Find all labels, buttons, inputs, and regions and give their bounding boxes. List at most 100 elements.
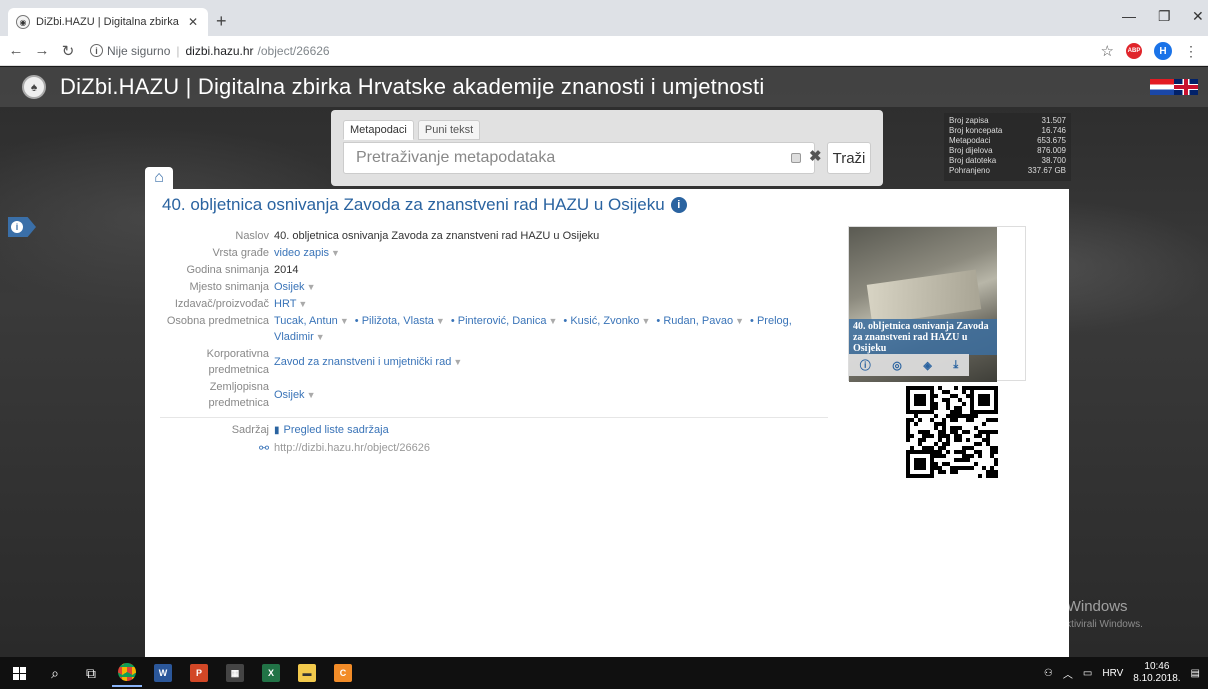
permalink-url[interactable]: http://dizbi.hazu.hr/object/26626 (274, 440, 430, 457)
home-icon[interactable]: ⌂ (145, 167, 173, 189)
filter-icon[interactable]: ▼ (641, 316, 650, 326)
person-link[interactable]: Tucak, Antun (274, 315, 338, 327)
menu-dots-icon[interactable]: ⋮ (1184, 43, 1198, 60)
uk-flag-icon[interactable] (1174, 79, 1198, 95)
adblock-icon[interactable]: ABP (1126, 43, 1142, 59)
tray-expand-icon[interactable]: ︿ (1063, 666, 1073, 681)
object-title: 40. obljetnica osnivanja Zavoda za znans… (162, 195, 687, 215)
windows-taskbar: ⌕ ⧉ W P ▦ X ▬ C ⚇ ︿ ▭ HRV 10:46 8.10.2018… (0, 657, 1208, 689)
profile-avatar[interactable]: H (1154, 42, 1172, 60)
address-bar[interactable]: i Nije sigurno | dizbi.hazu.hr/object/26… (90, 44, 330, 58)
metadata-table: Naslov 40. obljetnica osnivanja Zavoda za… (160, 228, 830, 458)
battery-icon[interactable]: ▭ (1083, 668, 1092, 679)
minimize-icon[interactable]: — (1122, 8, 1136, 24)
back-icon[interactable]: ← (6, 42, 26, 59)
filter-icon[interactable]: ▼ (316, 332, 325, 342)
search-panel: Metapodaci Puni tekst ✖ Traži (331, 110, 883, 186)
download-icon[interactable]: ⤓ (953, 359, 958, 372)
filter-icon[interactable]: ▼ (307, 282, 316, 292)
bookmark-star-icon[interactable]: ☆ (1101, 42, 1114, 60)
file-explorer-icon[interactable]: ▬ (292, 659, 322, 687)
object-thumbnail[interactable]: 40. obljetnica osnivanja Zavoda za znans… (848, 226, 1026, 382)
filter-icon[interactable]: ▼ (331, 248, 340, 258)
stat-label: Broj koncepata (949, 126, 1003, 135)
content-list-link[interactable]: Pregled liste sadržaja (284, 424, 389, 436)
tab-fulltext[interactable]: Puni tekst (417, 120, 481, 140)
clock[interactable]: 10:46 8.10.2018. (1133, 661, 1180, 685)
task-view-icon[interactable]: ⧉ (76, 659, 106, 687)
izdavac-link[interactable]: HRT (274, 298, 296, 310)
language-indicator[interactable]: HRV (1102, 668, 1123, 679)
title-info-icon[interactable]: i (670, 197, 687, 213)
close-tab-icon[interactable]: ✕ (186, 15, 200, 29)
stat-label: Pohranjeno (949, 166, 990, 175)
stat-value: 31.507 (1041, 116, 1066, 125)
field-label: predmetnica (208, 397, 269, 409)
filter-icon[interactable]: ▼ (340, 316, 349, 326)
layers-icon[interactable]: ◈ (923, 359, 931, 372)
calculator-icon[interactable]: ▦ (220, 659, 250, 687)
person-link[interactable]: Piližota, Vlasta (362, 315, 434, 327)
reload-icon[interactable]: ↻ (58, 42, 78, 60)
chrome-taskbar-icon[interactable] (112, 659, 142, 687)
thumbnail-caption: 40. obljetnica osnivanja Zavoda za znans… (849, 319, 997, 355)
view-icon[interactable]: ◎ (892, 359, 902, 372)
info-icon[interactable]: i (90, 44, 103, 57)
croatian-flag-icon[interactable] (1150, 79, 1174, 95)
side-info-tab[interactable]: i (8, 217, 36, 237)
browser-tab[interactable]: ◉ DiZbi.HAZU | Digitalna zbirka Hrv ✕ (8, 8, 208, 36)
qr-code (906, 386, 998, 478)
windows-start-icon[interactable] (4, 659, 34, 687)
stat-value: 653.675 (1037, 136, 1066, 145)
filter-icon[interactable]: ▼ (307, 390, 316, 400)
permalink-icon[interactable]: ⚯ (259, 441, 269, 455)
zemljopisna-link[interactable]: Osijek (274, 389, 305, 401)
field-label: Sadržaj (231, 424, 269, 436)
field-label: Osobna predmetnica (166, 315, 269, 327)
excel-icon[interactable]: X (256, 659, 286, 687)
filter-icon[interactable]: ▼ (436, 316, 445, 326)
field-label: Korporativna (206, 348, 269, 360)
search-input[interactable] (343, 142, 815, 174)
keyboard-icon[interactable] (791, 153, 801, 163)
mjesto-link[interactable]: Osijek (274, 281, 305, 293)
person-link[interactable]: Kusić, Zvonko (570, 315, 639, 327)
stat-label: Broj datoteka (949, 156, 997, 165)
people-icon[interactable]: ⚇ (1044, 668, 1053, 679)
activation-watermark-title: Aktivirajte sustav Windows (950, 598, 1128, 615)
filter-icon[interactable]: ▼ (548, 316, 557, 326)
filter-icon[interactable]: ▼ (298, 299, 307, 309)
clock-date: 8.10.2018. (1133, 673, 1181, 684)
field-label: Vrsta građe (212, 247, 269, 259)
filter-icon[interactable]: ▼ (735, 316, 744, 326)
forward-icon[interactable]: → (32, 42, 52, 59)
vrsta-link[interactable]: video zapis (274, 247, 329, 259)
clear-search-icon[interactable]: ✖ (809, 147, 822, 165)
field-label: Naslov (235, 230, 269, 242)
site-title[interactable]: DiZbi.HAZU | Digitalna zbirka Hrvatske a… (60, 74, 764, 100)
close-window-icon[interactable]: ✕ (1192, 8, 1204, 25)
notifications-icon[interactable]: ▤ (1191, 668, 1200, 679)
korporativna-link[interactable]: Zavod za znanstveni i umjetnički rad (274, 356, 451, 368)
field-label: predmetnica (208, 364, 269, 376)
person-link[interactable]: Rudan, Pavao (663, 315, 733, 327)
powerpoint-icon[interactable]: P (184, 659, 214, 687)
address-separator: | (176, 43, 180, 58)
search-button[interactable]: Traži (827, 142, 871, 174)
new-tab-button[interactable]: + (216, 12, 227, 30)
person-link[interactable]: Pinterović, Danica (458, 315, 547, 327)
thumbnail-actions: ⓘ ◎ ◈ ⤓ (849, 354, 969, 376)
object-title-text: 40. obljetnica osnivanja Zavoda za znans… (162, 195, 665, 214)
tab-metadata[interactable]: Metapodaci (343, 120, 414, 140)
hazu-logo-icon[interactable]: ♠ (22, 75, 46, 99)
app-icon[interactable]: C (328, 659, 358, 687)
filter-icon[interactable]: ▼ (453, 357, 462, 367)
word-icon[interactable]: W (148, 659, 178, 687)
stat-label: Broj dijelova (949, 146, 993, 155)
info-icon[interactable]: ⓘ (860, 357, 871, 373)
field-label: Mjesto snimanja (189, 281, 269, 293)
field-label: Godina snimanja (186, 264, 269, 276)
info-icon: i (11, 221, 23, 233)
search-icon[interactable]: ⌕ (40, 659, 70, 687)
maximize-icon[interactable]: ❐ (1158, 8, 1171, 25)
